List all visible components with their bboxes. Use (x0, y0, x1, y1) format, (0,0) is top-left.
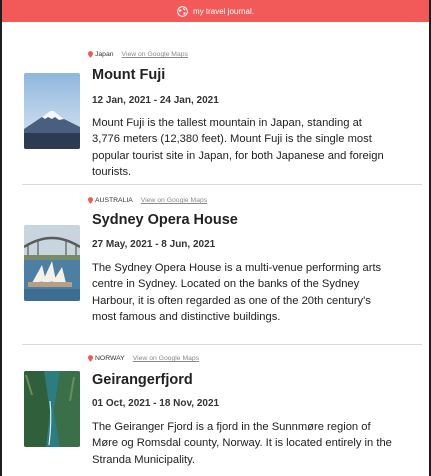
entry-photo-mount-fuji (24, 73, 80, 149)
entry-location: Japan View on Google Maps (88, 51, 188, 58)
google-maps-link[interactable]: View on Google Maps (141, 197, 207, 204)
location-pin-icon (88, 197, 93, 204)
google-maps-link[interactable]: View on Google Maps (133, 355, 199, 362)
entry-description: The Sydney Opera House is a multi-venue … (92, 262, 382, 323)
country-label: NORWAY (95, 355, 125, 362)
country-label: Japan (95, 51, 114, 58)
entry-title: Sydney Opera House (92, 212, 238, 228)
entry-description: The Geiranger Fjord is a fjord in the Su… (92, 421, 392, 466)
entry-dates: 27 May, 2021 - 8 Jun, 2021 (92, 239, 216, 250)
journal-page: my travel journal. Japan View on Google … (2, 0, 429, 476)
globe-icon (177, 5, 188, 17)
entry-description: Mount Fuji is the tallest mountain in Ja… (92, 117, 384, 178)
app-title: my travel journal. (193, 6, 254, 16)
entry-dates: 12 Jan, 2021 - 24 Jan, 2021 (92, 95, 219, 106)
google-maps-link[interactable]: View on Google Maps (122, 51, 188, 58)
entry-location: AUSTRALIA View on Google Maps (88, 197, 207, 204)
journal-entry: AUSTRALIA View on Google Maps Sydney Ope… (22, 185, 422, 344)
location-pin-icon (88, 355, 93, 362)
entry-photo-geirangerfjord (24, 371, 80, 447)
entry-dates: 01 Oct, 2021 - 18 Nov, 2021 (92, 398, 220, 409)
country-label: AUSTRALIA (95, 197, 133, 204)
entry-location: NORWAY View on Google Maps (88, 355, 199, 362)
journal-entry: Japan View on Google Maps Mount Fuji 12 … (22, 22, 422, 184)
location-pin-icon (88, 51, 93, 58)
entry-title: Geirangerfjord (92, 372, 193, 388)
entry-title: Mount Fuji (92, 67, 166, 83)
journal-entry: NORWAY View on Google Maps Geirangerfjor… (22, 345, 422, 476)
app-header: my travel journal. (2, 0, 429, 22)
entry-photo-sydney-opera-house (24, 225, 80, 301)
